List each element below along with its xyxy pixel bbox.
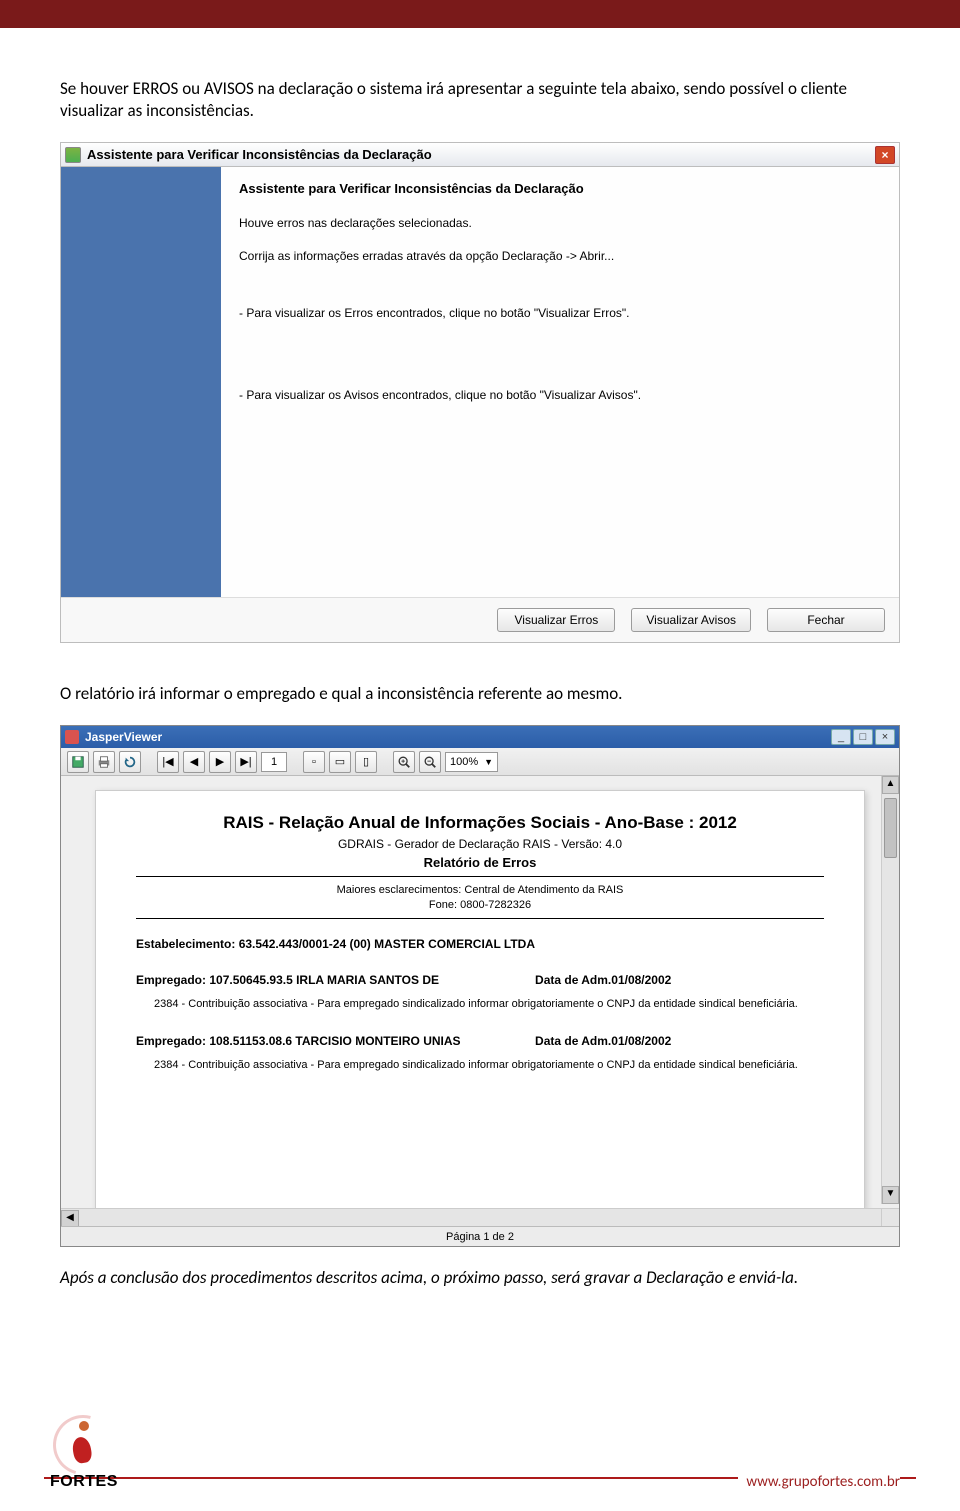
report-info: Maiores esclarecimentos: Central de Aten… xyxy=(136,883,824,912)
jasper-canvas: RAIS - Relação Anual de Informações Soci… xyxy=(61,776,899,1226)
employee-row-1: Empregado: 107.50645.93.5 IRLA MARIA SAN… xyxy=(136,973,824,987)
jasper-viewer-window: JasperViewer _ □ × |◀ ◀ ▶ ▶| ▫ xyxy=(60,725,900,1247)
fortes-brand-text: FORTES xyxy=(50,1473,118,1491)
document-footer: FORTES www.grupofortes.com.br xyxy=(0,1419,960,1511)
fortes-logo: FORTES xyxy=(50,1419,118,1491)
employee-1-date: Data de Adm.01/08/2002 xyxy=(535,973,824,987)
employee-2-desc: 2384 - Contribuição associativa - Para e… xyxy=(154,1058,824,1073)
scroll-thumb[interactable] xyxy=(884,798,897,858)
prev-page-icon[interactable]: ◀ xyxy=(183,751,205,773)
report-rule xyxy=(136,876,824,877)
close-window-button[interactable]: × xyxy=(875,729,895,745)
wizard-app-icon xyxy=(65,147,81,163)
actual-size-icon[interactable]: ▫ xyxy=(303,751,325,773)
employee-2-date: Data de Adm.01/08/2002 xyxy=(535,1034,824,1048)
fechar-button[interactable]: Fechar xyxy=(767,608,885,632)
jasper-status-bar: Página 1 de 2 xyxy=(61,1226,899,1246)
report-page: RAIS - Relação Anual de Informações Soci… xyxy=(95,790,865,1210)
wizard-msg-3: - Para visualizar os Erros encontrados, … xyxy=(239,304,881,323)
report-establishment: Estabelecimento: 63.542.443/0001-24 (00)… xyxy=(136,937,824,951)
report-rule-2 xyxy=(136,918,824,919)
zoom-in-icon[interactable] xyxy=(393,751,415,773)
visualizar-avisos-button[interactable]: Visualizar Avisos xyxy=(631,608,751,632)
mid-paragraph: O relatório irá informar o empregado e q… xyxy=(60,683,900,705)
wizard-msg-1: Houve erros nas declarações selecionadas… xyxy=(239,214,881,233)
visualizar-erros-button[interactable]: Visualizar Erros xyxy=(497,608,615,632)
fit-width-icon[interactable]: ▯ xyxy=(355,751,377,773)
first-page-icon[interactable]: |◀ xyxy=(157,751,179,773)
employee-1-label: Empregado: 107.50645.93.5 IRLA MARIA SAN… xyxy=(136,973,535,987)
employee-2-label: Empregado: 108.51153.08.6 TARCISIO MONTE… xyxy=(136,1034,535,1048)
print-icon[interactable] xyxy=(93,751,115,773)
report-subtitle: GDRAIS - Gerador de Declaração RAIS - Ve… xyxy=(136,837,824,851)
fit-page-icon[interactable]: ▭ xyxy=(329,751,351,773)
employee-row-2: Empregado: 108.51153.08.6 TARCISIO MONTE… xyxy=(136,1034,824,1048)
scroll-up-icon[interactable]: ▲ xyxy=(882,776,899,794)
report-title: RAIS - Relação Anual de Informações Soci… xyxy=(136,813,824,833)
wizard-msg-2: Corrija as informações erradas através d… xyxy=(239,247,881,266)
wizard-heading: Assistente para Verificar Inconsistência… xyxy=(239,179,881,200)
save-icon[interactable] xyxy=(67,751,89,773)
last-page-icon[interactable]: ▶| xyxy=(235,751,257,773)
header-stripe xyxy=(0,0,960,28)
wizard-close-button[interactable]: × xyxy=(875,146,895,164)
maximize-button[interactable]: □ xyxy=(853,729,873,745)
next-page-icon[interactable]: ▶ xyxy=(209,751,231,773)
report-section-title: Relatório de Erros xyxy=(136,855,824,870)
employee-1-desc: 2384 - Contribuição associativa - Para e… xyxy=(154,997,824,1012)
reload-icon[interactable] xyxy=(119,751,141,773)
page-number-input[interactable] xyxy=(261,752,287,772)
jasper-title-text: JasperViewer xyxy=(85,730,831,744)
scroll-down-icon[interactable]: ▼ xyxy=(882,1186,899,1204)
outro-paragraph: Após a conclusão dos procedimentos descr… xyxy=(60,1267,900,1289)
intro-paragraph: Se houver ERROS ou AVISOS na declaração … xyxy=(60,78,900,122)
minimize-button[interactable]: _ xyxy=(831,729,851,745)
wizard-sidebar xyxy=(61,167,221,597)
fortes-logo-icon xyxy=(59,1419,109,1469)
scroll-left-icon[interactable]: ◀ xyxy=(61,1210,79,1226)
wizard-title-text: Assistente para Verificar Inconsistência… xyxy=(87,147,875,162)
jasper-toolbar: |◀ ◀ ▶ ▶| ▫ ▭ ▯ 100% ▼ xyxy=(61,748,899,776)
chevron-down-icon: ▼ xyxy=(484,757,493,767)
report-info-2: Fone: 0800-7282326 xyxy=(429,899,531,911)
jasper-app-icon xyxy=(65,730,79,744)
zoom-out-icon[interactable] xyxy=(419,751,441,773)
footer-url: www.grupofortes.com.br xyxy=(738,1473,900,1491)
scroll-corner xyxy=(881,1208,899,1226)
wizard-titlebar: Assistente para Verificar Inconsistência… xyxy=(61,143,899,167)
wizard-footer: Visualizar Erros Visualizar Avisos Fecha… xyxy=(61,597,899,642)
inconsistencias-wizard: Assistente para Verificar Inconsistência… xyxy=(60,142,900,643)
report-info-1: Maiores esclarecimentos: Central de Aten… xyxy=(337,884,624,896)
jasper-titlebar: JasperViewer _ □ × xyxy=(61,726,899,748)
zoom-combo[interactable]: 100% ▼ xyxy=(445,752,498,772)
wizard-content: Assistente para Verificar Inconsistência… xyxy=(221,167,899,597)
horizontal-scrollbar[interactable]: ◀ xyxy=(61,1208,881,1226)
vertical-scrollbar[interactable]: ▲ ▼ xyxy=(881,776,899,1204)
zoom-value: 100% xyxy=(450,756,478,768)
wizard-msg-4: - Para visualizar os Avisos encontrados,… xyxy=(239,386,881,405)
